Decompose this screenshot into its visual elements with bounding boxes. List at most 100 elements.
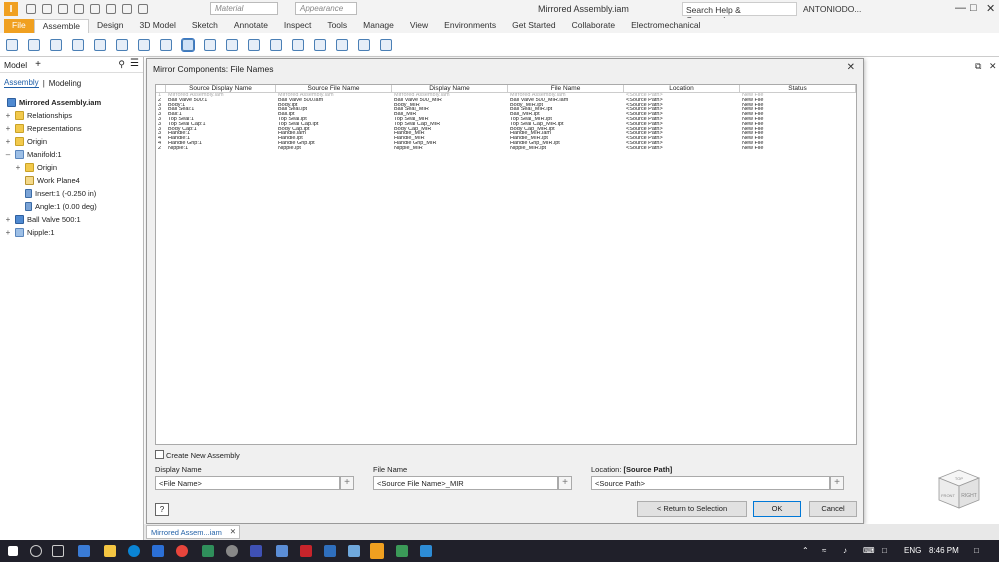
save-icon[interactable] [58,4,68,14]
pattern-icon[interactable] [50,38,62,51]
formula-icon[interactable] [248,38,260,51]
update-icon[interactable] [122,4,132,14]
dialog-close-icon[interactable]: ✕ [847,62,855,73]
maximize-icon[interactable]: □ [970,2,977,14]
expand-icon[interactable]: + [4,137,12,146]
help-button[interactable]: ? [155,503,169,516]
app-icon[interactable] [226,545,238,557]
tab-manage[interactable]: Manage [355,19,402,33]
file-name-field[interactable]: <Source File Name>_MIR [373,476,558,490]
tab-view[interactable]: View [402,19,436,33]
restore-view-icon[interactable]: ⧉ [975,61,981,72]
tab-assemble[interactable]: Assemble [33,19,90,33]
close-window-icon[interactable]: ✕ [986,2,995,15]
open-icon[interactable] [42,4,52,14]
tab-design[interactable]: Design [89,19,131,33]
search-help-input[interactable]: Search Help & Commands... [682,2,797,25]
edge-icon[interactable] [128,545,140,557]
clock[interactable]: 8:46 PM [929,546,959,555]
expand-icon[interactable]: + [4,124,12,133]
ucs-icon[interactable] [336,38,348,51]
app-icon[interactable] [348,545,360,557]
tree-node-nipple[interactable]: + Nipple:1 [0,226,143,239]
tree-node-angle-constraint[interactable]: Angle:1 (0.00 deg) [0,200,143,213]
acrobat-icon[interactable] [300,545,312,557]
column-header-source-display-name[interactable]: Source Display Name [166,85,276,93]
expand-icon[interactable]: + [4,111,12,120]
notifications-icon[interactable]: □ [974,546,979,555]
menu-icon[interactable]: ☰ [130,58,139,69]
display-name-field[interactable]: <File Name> [155,476,340,490]
tree-root[interactable]: Mirrored Assembly.iam [0,96,143,109]
add-browser-icon[interactable]: + [35,59,41,70]
file-name-add-icon[interactable]: + [558,476,572,490]
app-icon[interactable] [276,545,288,557]
tree-node-representations[interactable]: + Representations [0,122,143,135]
constrain-icon[interactable] [94,38,106,51]
tab-electromechanical[interactable]: Electromechanical [623,19,708,33]
column-header-display-name[interactable]: Display Name [392,85,508,93]
windows-start-icon[interactable] [8,546,18,556]
tab-inspect[interactable]: Inspect [276,19,319,33]
search-icon[interactable] [30,545,42,557]
place-component-icon[interactable] [6,38,18,51]
tab-modeling[interactable]: Modeling [49,79,81,88]
tree-node-relationships[interactable]: + Relationships [0,109,143,122]
redo-icon[interactable] [90,4,100,14]
simplify-icon[interactable] [380,38,392,51]
network-icon[interactable]: ≈ [822,546,826,555]
work-plane-icon[interactable] [270,38,282,51]
ok-button[interactable]: OK [753,501,801,517]
tab-environments[interactable]: Environments [436,19,504,33]
inventor-logo-icon[interactable]: I [4,2,18,16]
appearance-dropdown[interactable]: Appearance [295,2,357,15]
column-header-location[interactable]: Location [624,85,740,93]
tree-node-manifold[interactable]: – Manifold:1 [0,148,143,161]
location-field[interactable]: <Source Path> [591,476,830,490]
tab-get-started[interactable]: Get Started [504,19,563,33]
chrome-icon[interactable] [176,545,188,557]
location-add-icon[interactable]: + [830,476,844,490]
tray-chevron-icon[interactable]: ⌃ [802,546,809,555]
select-icon[interactable] [138,4,148,14]
table-row[interactable]: 2 Nipple:1 Nipple.ipt Nipple_MIR Nipple_MIR.… [156,146,856,151]
joint-icon[interactable] [116,38,128,51]
productivity-icon[interactable] [358,38,370,51]
tree-node-origin[interactable]: + Origin [0,135,143,148]
copy-icon[interactable] [72,38,84,51]
tree-node-work-plane[interactable]: Work Plane4 [0,174,143,187]
create-new-assembly-checkbox[interactable] [155,450,164,459]
word-app-icon[interactable] [78,545,90,557]
app-icon[interactable] [396,545,408,557]
document-tab[interactable]: Mirrored Assem...iam ✕ [146,525,240,539]
tab-annotate[interactable]: Annotate [226,19,276,33]
collapse-icon[interactable]: – [4,150,12,159]
onscreen-keyboard-icon[interactable]: □ [882,546,887,555]
app-icon[interactable] [420,545,432,557]
tab-sketch[interactable]: Sketch [184,19,226,33]
tree-node-insert-constraint[interactable]: Insert:1 (-0.250 in) [0,187,143,200]
inventor-taskbar-icon[interactable] [370,543,384,559]
column-header-source-file-name[interactable]: Source File Name [276,85,392,93]
tree-node-manifold-origin[interactable]: + Origin [0,161,143,174]
search-icon[interactable]: ⚲ [118,59,125,70]
column-header-file-name[interactable]: File Name [508,85,624,93]
file-explorer-icon[interactable] [104,545,116,557]
material-dropdown[interactable]: Material [210,2,278,15]
close-view-icon[interactable]: ✕ [989,61,997,72]
app-icon[interactable] [324,545,336,557]
user-account[interactable]: ANTONIODO... [803,4,861,14]
task-view-icon[interactable] [52,545,64,557]
parameters-icon[interactable] [226,38,238,51]
frame-icon[interactable] [138,38,150,51]
viewcube[interactable]: TOP FRONT RIGHT [935,464,983,512]
keyboard-icon[interactable]: ⌨ [863,546,875,555]
return-to-selection-button[interactable]: < Return to Selection [637,501,747,517]
cancel-button[interactable]: Cancel [809,501,857,517]
language-indicator[interactable]: ENG [904,546,921,555]
create-component-icon[interactable] [28,38,40,51]
work-axis-icon[interactable] [292,38,304,51]
bom-icon[interactable] [160,38,172,51]
new-file-icon[interactable] [26,4,36,14]
display-name-add-icon[interactable]: + [340,476,354,490]
